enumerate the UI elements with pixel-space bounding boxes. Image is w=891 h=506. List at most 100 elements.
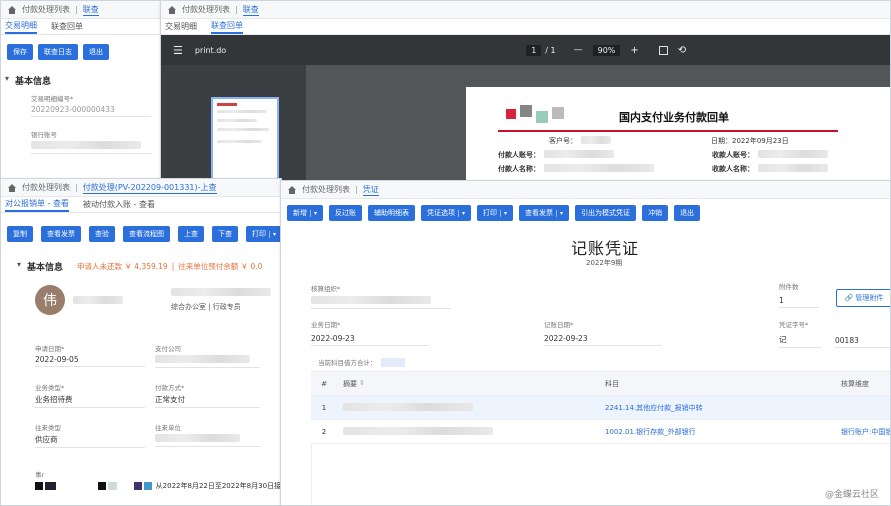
avatar: 伟 xyxy=(35,285,65,315)
page-thumbnail[interactable] xyxy=(211,97,279,181)
chevron-down-icon[interactable]: ▾ xyxy=(500,209,507,217)
field-label: 往来单位 xyxy=(155,424,181,432)
print-button[interactable]: 打印 ▾ xyxy=(246,226,281,242)
voucher-period: 2022年9期 xyxy=(586,259,623,267)
tab-transaction-detail[interactable]: 交易明细 xyxy=(165,21,197,32)
exit-button[interactable]: 退出 xyxy=(83,44,109,60)
home-icon[interactable] xyxy=(7,5,17,15)
breadcrumb-separator: | xyxy=(75,5,78,14)
zoom-in-icon[interactable]: + xyxy=(630,45,638,56)
view-invoice-button[interactable]: 查看发票 ▾ xyxy=(519,205,570,221)
voucher-options-button[interactable]: 凭证选项 ▾ xyxy=(421,205,472,221)
row-subject[interactable]: 2241.14.其他应付款_报销中转 xyxy=(605,403,841,413)
reason-text: 从2022年8月22日至2022年8月30日接 xyxy=(155,482,281,490)
home-icon[interactable] xyxy=(287,185,297,195)
bank-account-field[interactable] xyxy=(31,139,151,154)
breadcrumb-item[interactable]: 付款处理列表 xyxy=(22,4,70,15)
row-summary[interactable] xyxy=(337,402,605,413)
voucher-word-field[interactable]: 记 xyxy=(779,332,821,348)
copy-button[interactable]: 复制 xyxy=(7,226,33,242)
business-type-field[interactable]: 业务招待费 xyxy=(35,392,145,408)
zoom-out-icon[interactable]: — xyxy=(574,45,583,55)
reverse-post-button[interactable]: 反过账 xyxy=(329,205,363,221)
page-total: / 1 xyxy=(545,45,556,55)
breadcrumb-item[interactable]: 付款处理列表 xyxy=(182,4,230,15)
breadcrumb-item[interactable]: 联查 xyxy=(82,4,99,16)
page-input[interactable]: 1 xyxy=(526,44,542,56)
row-summary[interactable] xyxy=(337,426,605,437)
chevron-down-icon[interactable]: ▾ xyxy=(310,209,317,217)
tab-receipt[interactable]: 联查回单 xyxy=(211,20,243,34)
verify-button[interactable]: 查验 xyxy=(89,226,115,242)
breadcrumb-item[interactable]: 凭证 xyxy=(362,184,379,196)
breadcrumb-item[interactable]: 付款处理列表 xyxy=(302,184,350,195)
section-basic-info[interactable]: 基本信息 xyxy=(13,260,63,273)
pdf-toolbar: ☰ print.do 1 / 1 — 90% + ⟲ xyxy=(161,35,890,65)
payee-account-label: 收款人账号： xyxy=(712,151,754,159)
bizdate-field[interactable]: 2022-09-23 xyxy=(311,332,429,346)
exit-button[interactable]: 退出 xyxy=(674,205,701,221)
section-basic-info[interactable]: 基本信息 xyxy=(1,74,161,87)
view-flowchart-button[interactable]: 查看流程图 xyxy=(123,226,170,242)
col-summary[interactable]: 摘要 ⇕ xyxy=(337,379,605,389)
tab-passive-payment[interactable]: 被动付款入账 - 查看 xyxy=(83,199,155,210)
breadcrumb-item[interactable]: 付款处理列表 xyxy=(22,182,70,193)
transaction-no-field[interactable]: 20220923-000000433 xyxy=(31,103,151,117)
row-dimension[interactable]: 银行账户:中国银 xyxy=(841,427,890,437)
field-label: 业务类型* xyxy=(35,384,65,392)
sub-tabs: 交易明细 联查回单 xyxy=(1,19,161,35)
zoom-input[interactable]: 90% xyxy=(592,44,621,56)
sort-icon[interactable]: ⇕ xyxy=(359,379,365,389)
voucher-title: 记账凭证 xyxy=(571,239,640,258)
log-query-button[interactable]: 联查日志 xyxy=(38,44,78,60)
view-invoice-button[interactable]: 查看发票 xyxy=(41,226,81,242)
trace-up-button[interactable]: 上查 xyxy=(178,226,204,242)
attach-count-field[interactable]: 1 xyxy=(779,294,819,308)
voucher-number-field[interactable]: 00183 xyxy=(835,334,890,348)
add-button[interactable]: 新增 ▾ xyxy=(287,205,324,221)
rotate-icon[interactable]: ⟲ xyxy=(678,45,686,56)
subject-total-label: 当前科目借方合计： xyxy=(318,359,377,367)
view-invoice-label: 查看发票 xyxy=(525,209,554,217)
tab-expense-report[interactable]: 对公报销单 - 查看 xyxy=(5,198,69,212)
home-icon[interactable] xyxy=(167,5,177,15)
col-dimension: 核算维度 xyxy=(841,379,869,388)
tab-receipt[interactable]: 联查回单 xyxy=(51,21,83,32)
row-subject[interactable]: 1002.01.银行存款_外部银行 xyxy=(605,427,841,437)
aux-detail-button[interactable]: 辅助明细表 xyxy=(368,205,416,221)
chevron-down-icon[interactable]: ▾ xyxy=(458,209,465,217)
home-icon[interactable] xyxy=(7,183,17,193)
pay-company-field[interactable] xyxy=(155,353,260,368)
save-button[interactable]: 保存 xyxy=(7,44,33,60)
print-button[interactable]: 打印 ▾ xyxy=(477,205,514,221)
org-field[interactable] xyxy=(311,294,451,309)
receipt-page: 国内支付业务付款回单 客户号： 日期：2022年09月23日 付款人账号： 收款… xyxy=(466,87,890,181)
chevron-down-icon[interactable]: ▾ xyxy=(556,209,563,217)
write-off-button[interactable]: 冲销 xyxy=(642,205,669,221)
fit-page-icon[interactable] xyxy=(658,45,668,55)
bizdate-label: 业务日期* xyxy=(311,321,341,329)
breadcrumb-separator: | xyxy=(355,185,358,194)
menu-icon[interactable]: ☰ xyxy=(173,44,183,57)
chevron-down-icon[interactable]: ▾ xyxy=(269,230,276,238)
breadcrumb: 付款处理列表 | 联查 xyxy=(1,1,161,19)
bookdate-field[interactable]: 2022-09-23 xyxy=(544,332,662,346)
payment-method-field[interactable]: 正常支付 xyxy=(155,392,260,408)
export-template-button[interactable]: 引出为模式凭证 xyxy=(575,205,637,221)
manage-attachment-button[interactable]: 🔗 管理附件 xyxy=(836,289,890,307)
breadcrumb-item[interactable]: 付款处理(PV-202209-001331)-上查 xyxy=(82,182,217,194)
title-rule xyxy=(498,130,838,132)
tab-transaction-detail[interactable]: 交易明细 xyxy=(5,20,37,34)
add-button-label: 新增 xyxy=(293,209,307,217)
table-row[interactable]: 1 2241.14.其他应付款_报销中转 xyxy=(311,396,890,420)
payer-name-label: 付款人名称： xyxy=(498,165,540,173)
apply-date-field[interactable]: 2022-09-05 xyxy=(35,353,145,367)
counterparty-type-field[interactable]: 供应商 xyxy=(35,432,145,448)
reason-field[interactable]: 从2022年8月22日至2022年8月30日接 xyxy=(35,481,281,491)
breadcrumb-item[interactable]: 联查 xyxy=(242,4,259,16)
counterparty-field[interactable] xyxy=(155,432,260,447)
receipt-title: 国内支付业务付款回单 xyxy=(619,111,729,124)
department-info: 综合办公室 | 行政专员 xyxy=(171,303,241,311)
trace-down-button[interactable]: 下查 xyxy=(212,226,238,242)
table-row[interactable]: 2 1002.01.银行存款_外部银行 银行账户:中国银 xyxy=(311,420,890,444)
